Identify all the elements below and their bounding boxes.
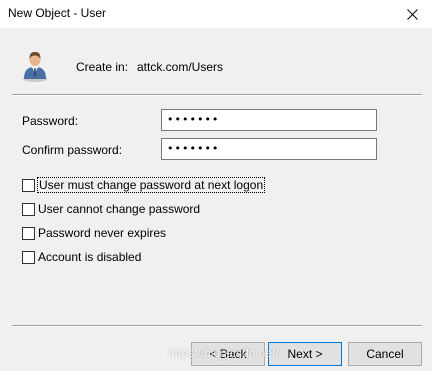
next-button[interactable]: Next > — [268, 342, 342, 366]
option-label: Password never expires — [38, 226, 167, 240]
window-title: New Object - User — [8, 6, 107, 20]
option-account-disabled[interactable]: Account is disabled — [22, 250, 141, 264]
cannot-change-password-checkbox[interactable] — [22, 202, 35, 216]
password-input[interactable]: ••••••• — [161, 109, 377, 131]
password-label: Password: — [22, 114, 79, 128]
confirm-password-label: Confirm password: — [22, 143, 123, 157]
create-in-path: attck.com/Users — [137, 60, 224, 74]
option-label: Account is disabled — [38, 250, 142, 264]
account-disabled-checkbox[interactable] — [22, 250, 35, 264]
password-never-expires-checkbox[interactable] — [22, 226, 35, 240]
cancel-button[interactable]: Cancel — [348, 342, 422, 366]
create-in-label: Create in: — [76, 60, 129, 74]
option-cannot-change-password[interactable]: User cannot change password — [22, 202, 200, 216]
divider — [12, 94, 422, 96]
must-change-password-checkbox[interactable] — [22, 178, 35, 192]
close-icon — [406, 8, 418, 20]
title-bar: New Object - User — [0, 0, 432, 28]
confirm-password-input[interactable]: ••••••• — [161, 138, 377, 160]
close-button[interactable] — [392, 0, 432, 28]
back-button[interactable]: < Back — [191, 342, 265, 366]
option-must-change-password[interactable]: User must change password at next logon — [22, 177, 266, 193]
option-password-never-expires[interactable]: Password never expires — [22, 226, 166, 240]
create-in-header: Create in: attck.com/Users — [0, 28, 432, 94]
user-icon — [23, 52, 47, 82]
divider — [12, 325, 422, 327]
option-label: User cannot change password — [38, 202, 201, 216]
option-label: User must change password at next logon — [36, 177, 266, 193]
